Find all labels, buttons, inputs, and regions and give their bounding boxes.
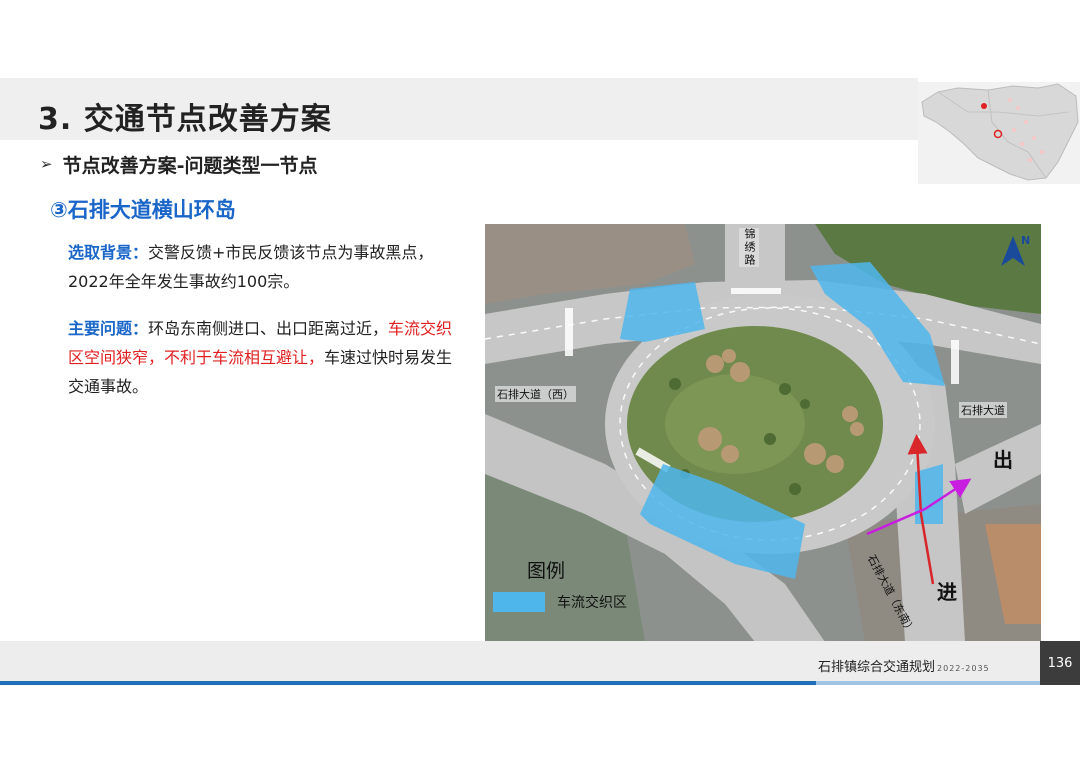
- footer-years: 2022-2035: [937, 664, 990, 673]
- problem-paragraph: 主要问题：环岛东南侧进口、出口距离过近，车流交织区空间狭窄，不利于车流相互避让，…: [68, 314, 458, 401]
- legend-title: 图例: [527, 560, 566, 582]
- section-title: ③石排大道横山环岛: [50, 198, 236, 222]
- legend-label: 车流交织区: [557, 595, 627, 611]
- subtitle: ➢ 节点改善方案-问题类型一节点: [40, 151, 317, 177]
- bullet-arrow-icon: ➢: [40, 155, 53, 173]
- subtitle-text: 节点改善方案-问题类型一节点: [62, 154, 318, 177]
- problem-label: 主要问题：: [68, 319, 149, 338]
- north-arrow-icon: N: [995, 230, 1031, 274]
- road-label-east: 石排大道: [959, 402, 1007, 418]
- exit-label: 出: [993, 448, 1013, 472]
- aerial-map-graphic: [485, 224, 1041, 642]
- svg-text:N: N: [1021, 234, 1030, 247]
- aerial-roundabout-map: 锦绣路 石排大道（西） 石排大道 石排大道（东南） 出 进 N 图例 车流交织区: [485, 224, 1041, 642]
- background-paragraph: 选取背景：交警反馈+市民反馈该节点为事故黑点，2022年全年发生事故约100宗。: [68, 238, 458, 296]
- footer-bar: [0, 681, 816, 685]
- locator-map: [918, 82, 1080, 184]
- footer-plan-title: 石排镇综合交通规划: [818, 660, 936, 675]
- legend-swatch: [493, 592, 545, 612]
- problem-text-1: 环岛东南侧进口、出口距离过近，: [148, 319, 389, 338]
- footer-plan-name: 石排镇综合交通规划 2022-2035: [818, 656, 990, 675]
- background-label: 选取背景：: [68, 243, 149, 262]
- road-label-west: 石排大道（西）: [495, 386, 576, 402]
- page-number: 136: [1040, 641, 1080, 685]
- entry-label: 进: [937, 580, 957, 604]
- footer-bar-accent: [816, 681, 1040, 685]
- page-title: 3. 交通节点改善方案: [38, 102, 332, 137]
- road-label-north: 锦绣路: [739, 228, 759, 267]
